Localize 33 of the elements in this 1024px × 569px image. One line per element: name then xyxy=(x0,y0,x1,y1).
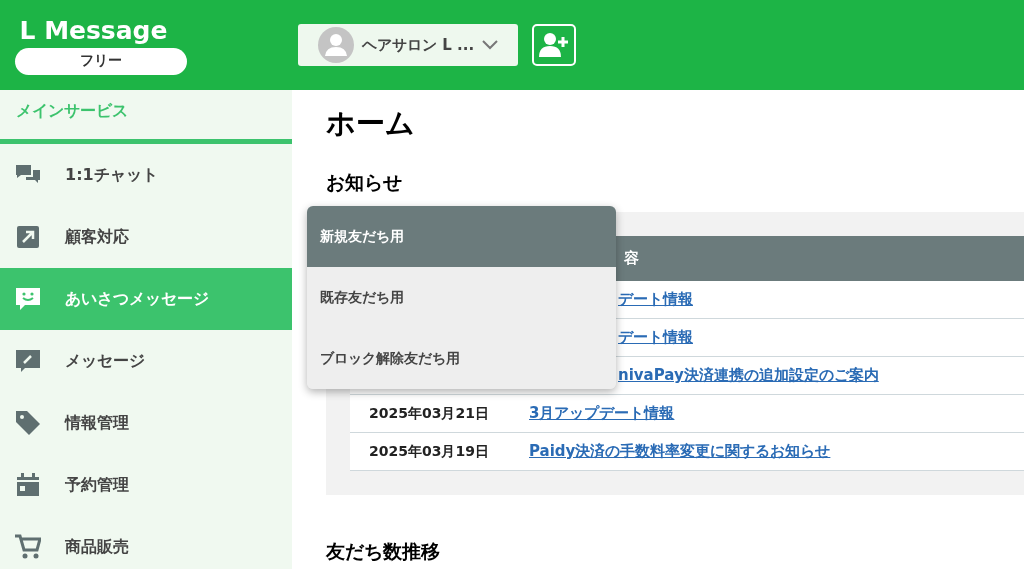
tag-icon xyxy=(15,410,41,436)
account-selector[interactable]: ヘアサロン L ... xyxy=(298,24,518,66)
sidebar-item[interactable]: 顧客対応 xyxy=(0,206,292,268)
sidebar-item[interactable]: 商品販売 xyxy=(0,516,292,569)
menu-item[interactable]: 既存友だち用 xyxy=(307,267,616,328)
notice-link[interactable]: nivaPay決済連携の追加設定のご案内 xyxy=(618,366,879,385)
chevron-down-icon xyxy=(482,40,499,50)
sidebar-item[interactable]: 情報管理 xyxy=(0,392,292,454)
date-cell: 2025年03月21日 xyxy=(369,404,489,421)
add-user-icon xyxy=(539,32,569,58)
section-heading: メインサービス xyxy=(0,90,292,144)
column-header: 容 xyxy=(624,249,639,268)
sidebar-item[interactable]: 1:1チャット xyxy=(0,144,292,206)
plan-badge: フリー xyxy=(15,47,187,75)
menu-item[interactable]: 新規友だち用 xyxy=(307,206,616,267)
section-title: お知らせ xyxy=(326,170,403,195)
sidebar-item[interactable]: メッセージ xyxy=(0,330,292,392)
notice-link[interactable]: デート情報 xyxy=(618,290,693,309)
notice-link[interactable]: Paidy決済の手数料率変更に関するお知らせ xyxy=(529,442,831,461)
menu-item[interactable]: ブロック解除友だち用 xyxy=(307,328,616,389)
page-title: ホーム xyxy=(326,105,416,142)
avatar-icon xyxy=(318,27,354,63)
sidebar-item[interactable]: 予約管理 xyxy=(0,454,292,516)
notice-link[interactable]: 3月アップデート情報 xyxy=(529,404,675,423)
cart-icon xyxy=(15,534,41,560)
logo-text: L Message xyxy=(19,15,168,45)
notice-link[interactable]: デート情報 xyxy=(618,328,693,347)
calendar-icon xyxy=(15,472,41,498)
add-user-button[interactable] xyxy=(532,24,576,66)
date-cell: 2025年03月19日 xyxy=(369,442,489,459)
pencil-icon xyxy=(15,348,41,374)
smile-icon xyxy=(15,286,41,312)
section-title: 友だち数推移 xyxy=(326,539,441,564)
